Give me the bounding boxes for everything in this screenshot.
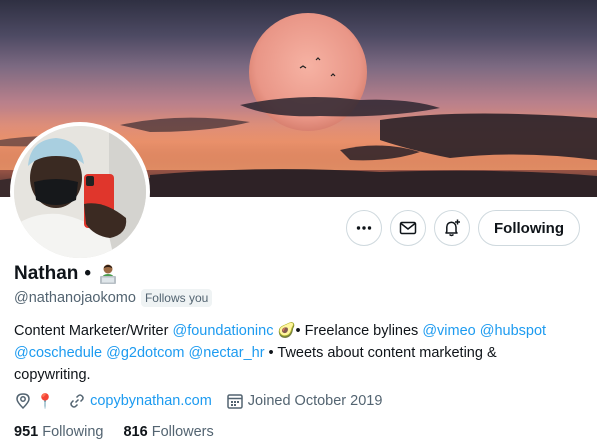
follows-you-badge: Follows you bbox=[140, 289, 213, 307]
profile-avatar[interactable] bbox=[10, 122, 150, 262]
website-item: copybynathan.com bbox=[68, 392, 212, 410]
followers-stat[interactable]: 816 Followers bbox=[123, 424, 213, 440]
location-icon bbox=[16, 393, 30, 410]
profile-meta: 📍 copybynathan.com Joined October 2019 bbox=[14, 391, 396, 411]
followers-count: 816 bbox=[123, 424, 148, 440]
profile-handle: @nathanojaokomo bbox=[14, 290, 136, 306]
website-link[interactable]: copybynathan.com bbox=[90, 393, 212, 409]
bio-text: 🥑• Freelance bylines bbox=[273, 323, 423, 339]
link-icon bbox=[70, 394, 84, 408]
message-button[interactable] bbox=[390, 210, 426, 246]
following-count: 951 bbox=[14, 424, 39, 440]
following-button[interactable]: Following bbox=[478, 210, 580, 246]
joined-date: Joined October 2019 bbox=[247, 393, 383, 409]
display-name: Nathan bbox=[14, 263, 79, 284]
mention-link[interactable]: @nectar_hr bbox=[189, 345, 265, 361]
handle-row: @nathanojaokomo Follows you bbox=[14, 288, 213, 308]
joined-item: Joined October 2019 bbox=[226, 392, 383, 410]
name-row: Nathan • bbox=[14, 262, 119, 286]
avatar-photo bbox=[14, 126, 146, 258]
profile-bio: Content Marketer/Writer @foundationinc 🥑… bbox=[14, 320, 574, 386]
following-stat[interactable]: 951 Following bbox=[14, 424, 103, 440]
notifications-button[interactable] bbox=[434, 210, 470, 246]
more-horizontal-icon bbox=[356, 226, 372, 230]
name-separator: • bbox=[84, 263, 92, 284]
mention-link[interactable]: @vimeo bbox=[422, 323, 475, 339]
location-value: 📍 bbox=[36, 393, 55, 410]
mention-link[interactable]: @foundationinc bbox=[172, 323, 273, 339]
calendar-icon bbox=[227, 394, 243, 409]
mention-link[interactable]: @g2dotcom bbox=[106, 345, 184, 361]
mention-link[interactable]: @coschedule bbox=[14, 345, 102, 361]
technologist-emoji-icon bbox=[100, 264, 117, 284]
following-label: Following bbox=[42, 424, 104, 440]
mention-link[interactable]: @hubspot bbox=[480, 323, 546, 339]
bio-text: Content Marketer/Writer bbox=[14, 323, 173, 339]
more-button[interactable] bbox=[346, 210, 382, 246]
location-item: 📍 bbox=[14, 392, 54, 410]
envelope-icon bbox=[399, 221, 417, 235]
profile-stats: 951 Following 816 Followers bbox=[14, 422, 234, 442]
bell-plus-icon bbox=[445, 219, 460, 237]
followers-label: Followers bbox=[151, 424, 214, 440]
